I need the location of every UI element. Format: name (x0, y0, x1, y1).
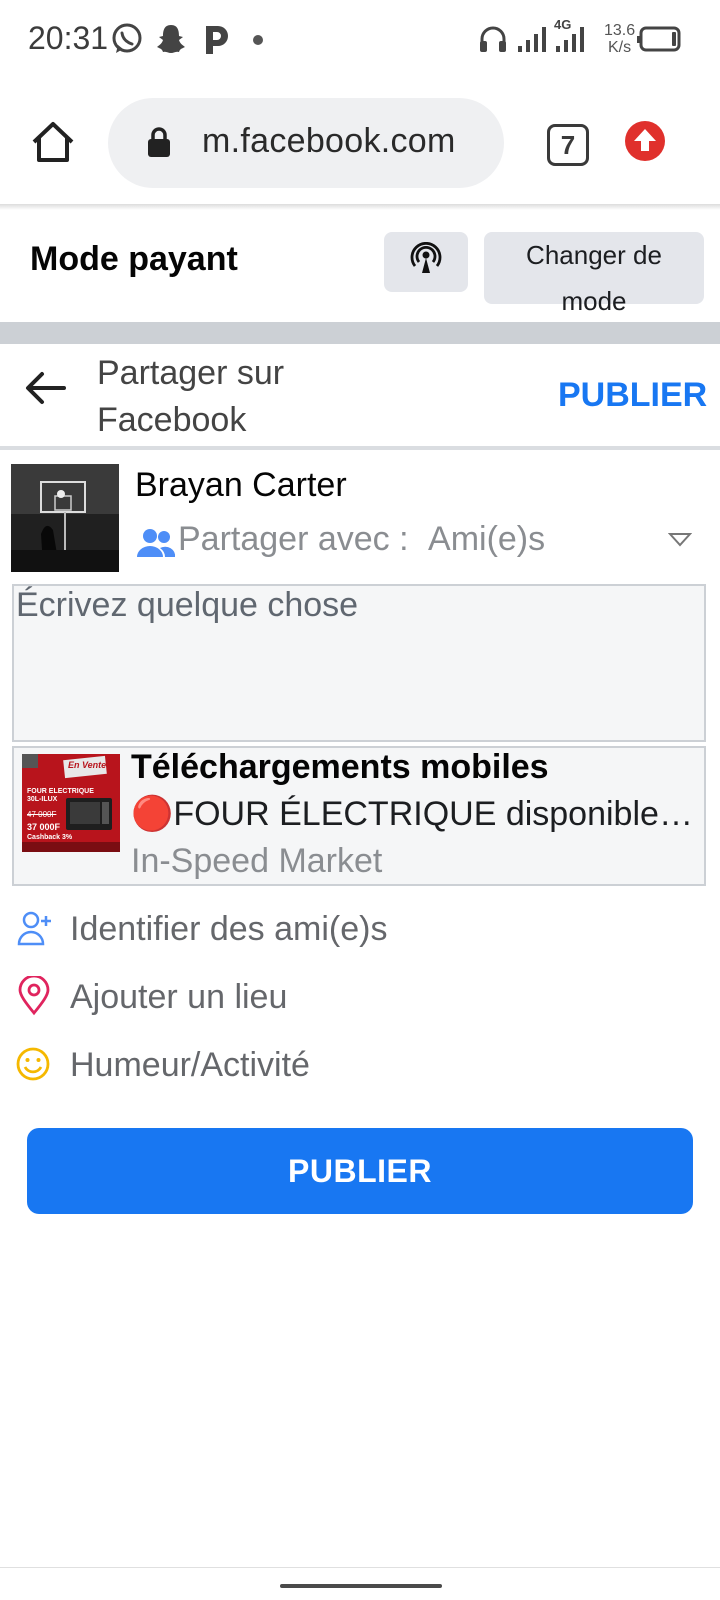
location-pin-icon (18, 976, 50, 1016)
back-arrow-icon[interactable] (24, 370, 68, 406)
p-app-icon (206, 26, 228, 54)
broadcast-button[interactable] (384, 232, 468, 292)
publish-header-button[interactable]: PUBLIER (558, 376, 707, 415)
post-placeholder: Écrivez quelque chose (16, 586, 359, 624)
network-type: 4G (554, 17, 572, 32)
audience-selector[interactable]: Partager avec : Ami(e)s (178, 520, 545, 559)
add-location-label: Ajouter un lieu (70, 978, 288, 1016)
link-preview-title: Téléchargements mobiles (131, 748, 549, 786)
mood-activity-option[interactable]: Humeur/Activité (0, 1036, 720, 1096)
snapchat-icon (157, 25, 185, 53)
page-title-line1: Partager sur (97, 354, 285, 392)
toolbar-shadow (0, 204, 720, 210)
page-title-line2: Facebook (97, 401, 247, 439)
audience-prefix: Partager avec : (178, 520, 409, 558)
nav-bar-divider (0, 1567, 720, 1568)
tag-friends-option[interactable]: Identifier des ami(e)s (0, 900, 720, 960)
chevron-down-icon[interactable] (668, 532, 692, 548)
section-separator (0, 322, 720, 344)
link-preview-description: 🔴FOUR ÉLECTRIQUE disponible chez In-Spee… (131, 795, 697, 833)
avatar-photo (11, 464, 119, 572)
speed-unit: K/s (608, 39, 632, 56)
thumb-brand: En Vente (68, 760, 107, 770)
thumb-price-new: 37 000F (27, 822, 61, 832)
smiley-icon (16, 1047, 50, 1081)
broadcast-icon (410, 242, 442, 273)
page-title: Partager sur Facebook (97, 350, 357, 444)
mood-activity-label: Humeur/Activité (70, 1046, 310, 1084)
speed-value: 13.6 (604, 22, 636, 39)
whatsapp-icon (112, 23, 142, 53)
status-bar: 20:31 4G 13.6 K/s (0, 0, 720, 80)
audience-value: Ami(e)s (428, 520, 546, 558)
change-mode-button[interactable]: Changer de mode (484, 232, 704, 316)
status-time: 20:31 (28, 20, 109, 56)
avatar (11, 464, 119, 572)
mode-title: Mode payant (30, 240, 238, 278)
tag-friends-label: Identifier des ami(e)s (70, 910, 388, 948)
user-name: Brayan Carter (135, 466, 347, 504)
network-speed: 13.6 K/s (604, 22, 635, 56)
url-text: m.facebook.com (202, 122, 456, 160)
change-mode-label-line2: mode (561, 286, 627, 316)
add-location-option[interactable]: Ajouter un lieu (0, 968, 720, 1028)
update-icon[interactable] (624, 120, 666, 162)
thumb-price-old: 47 000F (27, 810, 57, 819)
thumb-cashback: Cashback 3% (27, 834, 73, 841)
dot-icon (253, 35, 263, 45)
home-indicator[interactable] (280, 1584, 442, 1588)
signal-icon (518, 27, 546, 52)
thumb-line1: FOUR ELECTRIQUE (27, 788, 94, 795)
header-divider (0, 446, 720, 450)
tab-switcher-button[interactable]: 7 (547, 124, 589, 166)
headphones-icon (480, 26, 506, 52)
thumb-line2: 30L-ILUX (27, 796, 58, 803)
change-mode-label-line1: Changer de (526, 240, 662, 270)
friends-icon (137, 529, 176, 557)
link-preview-site: In-Speed Market (131, 842, 383, 880)
tag-friends-icon (17, 911, 51, 946)
home-icon[interactable] (30, 120, 76, 164)
battery-icon (637, 26, 681, 52)
link-preview-thumbnail: En Vente FOUR ELECTRIQUE 30L-ILUX 47 000… (22, 754, 120, 852)
lock-icon (148, 127, 170, 157)
publish-button[interactable]: PUBLIER (27, 1128, 693, 1214)
